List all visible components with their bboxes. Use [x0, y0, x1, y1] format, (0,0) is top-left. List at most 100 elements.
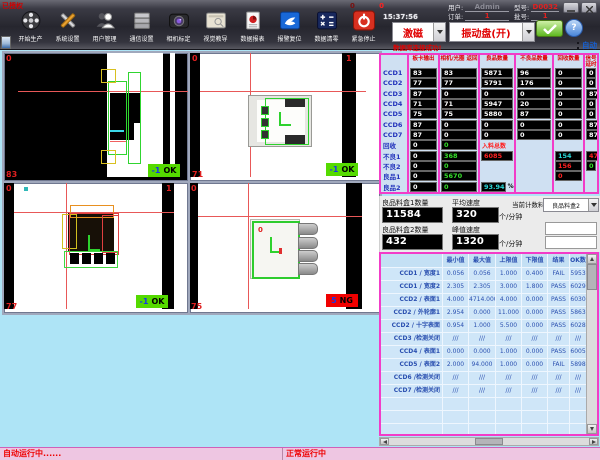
- stats-value-box: 154: [555, 151, 582, 161]
- avg-speed-unit: 个/分钟: [499, 212, 522, 222]
- toolbar-button-label: 数据报表: [240, 37, 264, 43]
- results-cell: 0.954: [443, 320, 468, 332]
- stats-value-box: 0: [517, 89, 551, 99]
- blank-field-1[interactable]: [545, 222, 597, 235]
- scroll-up-icon[interactable]: [587, 254, 597, 264]
- scroll-down-icon[interactable]: [587, 424, 597, 434]
- current-box-dropdown[interactable]: 良品料盒2: [543, 198, 599, 212]
- results-cell: 2.000: [443, 359, 468, 371]
- results-cell: ///: [469, 385, 495, 397]
- results-cell: 0.000: [443, 346, 468, 358]
- results-cell: PASS: [548, 281, 569, 293]
- data-clear-button[interactable]: 数据清零: [308, 10, 345, 48]
- data-report-button[interactable]: 数据报表: [234, 10, 271, 48]
- monitor-magnifier-icon: [204, 10, 228, 35]
- scrollbar-thumb[interactable]: [587, 264, 597, 290]
- stats-value-box: 0: [555, 130, 582, 140]
- scroll-left-icon[interactable]: [380, 438, 389, 445]
- stats-cell: 176: [516, 78, 552, 88]
- stats-value-box: 5880: [481, 109, 513, 119]
- film-reel-icon: [19, 10, 43, 35]
- stats-cell: 0: [440, 130, 478, 140]
- stats-cell: 0: [554, 78, 583, 88]
- results-cell: 6030: [570, 294, 586, 306]
- results-cell: 4714.000: [469, 294, 495, 306]
- camera-icon: [167, 10, 191, 35]
- results-cell: PASS: [548, 320, 569, 332]
- stats-value-box: 0: [517, 120, 551, 130]
- results-cell: 2.954: [443, 307, 468, 319]
- alarm-reset-button[interactable]: 报警复位: [271, 10, 308, 48]
- help-button[interactable]: ?: [565, 19, 583, 37]
- results-row-label: CCD7 /检测关闭: [381, 385, 442, 397]
- results-cell: 5898: [570, 359, 586, 371]
- results-cell: PASS: [548, 294, 569, 306]
- stats-cell: 470: [585, 151, 597, 161]
- camera-calibration-button[interactable]: 相机标定: [160, 10, 197, 48]
- toolbar-button-label: 相机标定: [166, 37, 190, 43]
- vibration-dropdown[interactable]: 振动盘(开): [449, 22, 535, 42]
- results-cell: [548, 398, 569, 410]
- stats-cell: 93.94%: [480, 182, 514, 192]
- results-cell: 1.000: [469, 320, 495, 332]
- stats-cell: 0: [554, 171, 583, 181]
- stats-cell: 20: [516, 99, 552, 109]
- scroll-right-icon[interactable]: [589, 438, 598, 445]
- stats-value-box: 0: [555, 109, 582, 119]
- results-cell: 0.000: [522, 359, 547, 371]
- results-cell: PASS: [548, 346, 569, 358]
- cam3-flag: 1: [166, 185, 172, 193]
- results-cell: 0.000: [522, 346, 547, 358]
- stats-value-box: 0: [441, 182, 477, 192]
- window-close-button[interactable]: [581, 2, 597, 13]
- system-settings-button[interactable]: 系统设置: [49, 10, 86, 48]
- stats-cell: 0: [409, 161, 438, 171]
- stats-cell: 0: [585, 78, 597, 88]
- stats-value-box: 0: [481, 120, 513, 130]
- box2-count-value: 432: [382, 234, 443, 250]
- stats-cell: 156: [554, 161, 583, 171]
- user-management-button[interactable]: 用户管理: [86, 10, 123, 48]
- results-cell: [469, 424, 495, 434]
- emergency-stop-button[interactable]: 紧急停止: [345, 10, 382, 48]
- comm-settings-button[interactable]: 通信设置: [123, 10, 160, 48]
- results-row-label: CCD2 / 十字表面: [381, 320, 442, 332]
- stats-cell: 6085: [480, 151, 514, 161]
- results-cell: FAIL: [548, 268, 569, 280]
- results-row-label: [381, 424, 442, 434]
- excite-dropdown[interactable]: 激磁: [392, 22, 446, 42]
- blank-field-2[interactable]: [545, 236, 597, 249]
- cam2-result-badge: -1 OK: [326, 163, 358, 176]
- cam3-counter: 77: [6, 303, 17, 311]
- scrollbar-thumb[interactable]: [475, 438, 503, 445]
- results-cell: ///: [522, 372, 547, 384]
- results-cell: [522, 411, 547, 423]
- stats-value-box: 176: [517, 78, 551, 88]
- cam3-result-badge: -1 OK: [136, 295, 168, 308]
- chevron-down-icon[interactable]: [588, 199, 598, 211]
- alarm-reset-icon: [278, 10, 302, 35]
- start-production-button[interactable]: 开始生产: [12, 10, 49, 48]
- results-corner: [381, 254, 442, 267]
- results-cell: 4.000: [443, 294, 468, 306]
- stats-cell: 71: [409, 99, 438, 109]
- results-cell: 0.000: [469, 307, 495, 319]
- stats-cell: [554, 140, 583, 150]
- vertical-scrollbar[interactable]: [586, 254, 597, 434]
- results-cell: [522, 398, 547, 410]
- results-cell: ///: [443, 333, 468, 345]
- chevron-down-icon[interactable]: [433, 23, 445, 41]
- chevron-down-icon[interactable]: [522, 23, 534, 41]
- vision-teach-button[interactable]: 视觉教导: [197, 10, 234, 48]
- stats-grid: 板卡输出相机/光圈 返回良品数量不良品数量回收数量信号延时CCD18383587…: [381, 55, 597, 192]
- stats-value-box: 87: [410, 130, 437, 140]
- stats-row-label: CCD4: [381, 99, 407, 109]
- confirm-button[interactable]: [536, 20, 563, 37]
- window-minimize-button[interactable]: [563, 2, 579, 13]
- horizontal-scrollbar[interactable]: [379, 437, 599, 446]
- stats-row-label: CCD7: [381, 130, 407, 140]
- results-cell: 1.000: [496, 268, 521, 280]
- stats-cell: 0: [585, 109, 597, 119]
- results-table: 最小值最大值上限值下限值结果OK数CCD1 / 宽度10.0560.0561.0…: [379, 252, 599, 436]
- stats-column-header: 相机/光圈 返回: [440, 55, 478, 68]
